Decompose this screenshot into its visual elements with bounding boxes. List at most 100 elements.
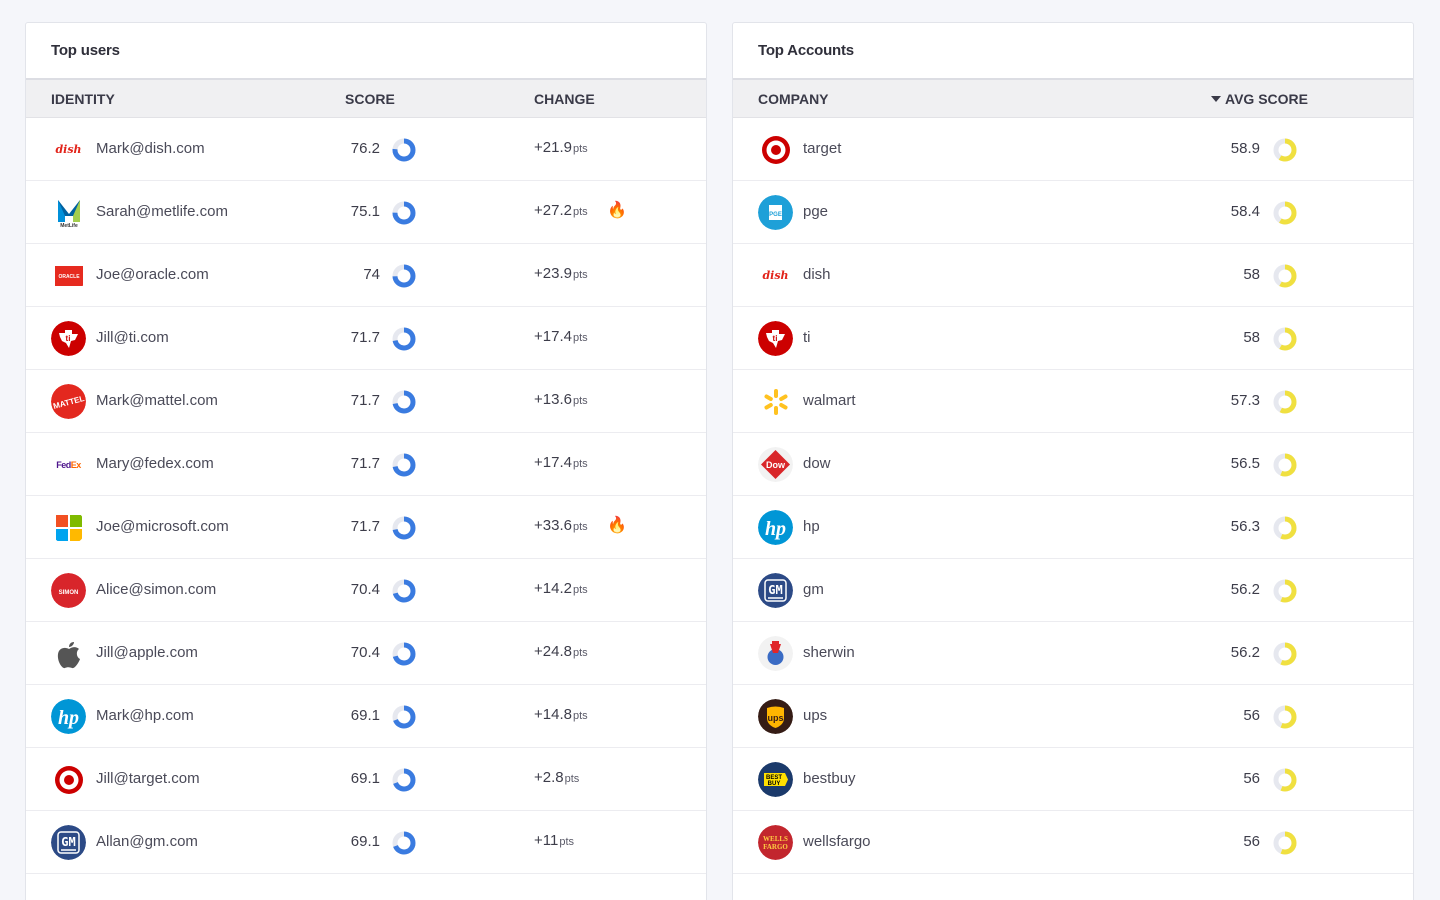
user-row[interactable]: MetLife Sarah@metlife.com 75.1 +27.2pts … xyxy=(26,181,706,244)
company-name[interactable]: wellsfargo xyxy=(803,833,871,850)
company-name[interactable]: dow xyxy=(803,455,831,472)
company-name[interactable]: hp xyxy=(803,518,820,535)
svg-text:Dow: Dow xyxy=(766,460,786,470)
target-logo-icon xyxy=(51,762,86,797)
wellsfargo-logo-icon: WELLS FARGO xyxy=(758,825,793,860)
score-ring-icon xyxy=(392,264,416,288)
user-row[interactable]: Jill@target.com 69.1 +2.8pts xyxy=(26,748,706,811)
account-row[interactable]: ti ti 58 xyxy=(733,307,1413,370)
account-row[interactable]: ups ups 56 xyxy=(733,685,1413,748)
simon-logo-icon: SIMON xyxy=(51,573,86,608)
account-avg-score: 56.2 xyxy=(1230,644,1260,661)
user-row[interactable]: Joe@microsoft.com 71.7 +33.6pts 🔥 xyxy=(26,496,706,559)
pts-unit: pts xyxy=(572,332,588,344)
score-ring-icon xyxy=(1273,831,1297,855)
user-row[interactable]: GM Allan@gm.com 69.1 +11pts xyxy=(26,811,706,874)
user-email[interactable]: Jill@ti.com xyxy=(96,329,169,346)
pts-unit: pts xyxy=(572,143,588,155)
account-row[interactable]: hp hp 56.3 xyxy=(733,496,1413,559)
pts-unit: pts xyxy=(572,584,588,596)
account-avg-score: 57.3 xyxy=(1230,392,1260,409)
oracle-logo-icon: ORACLE xyxy=(51,258,86,293)
user-email[interactable]: Jill@target.com xyxy=(96,770,200,787)
account-row[interactable]: Dow dow 56.5 xyxy=(733,433,1413,496)
user-email[interactable]: Sarah@metlife.com xyxy=(96,203,228,220)
company-name[interactable]: sherwin xyxy=(803,644,855,661)
user-change: +13.6pts xyxy=(534,391,588,408)
user-email[interactable]: Mark@dish.com xyxy=(96,140,205,157)
user-change: +11pts xyxy=(534,832,574,849)
top-accounts-title: Top Accounts xyxy=(733,23,1413,80)
change-value: +27.2 xyxy=(534,202,572,219)
user-row[interactable]: MATTEL Mark@mattel.com 71.7 +13.6pts xyxy=(26,370,706,433)
change-column-header[interactable]: CHANGE xyxy=(534,91,595,107)
user-score: 69.1 xyxy=(350,833,380,850)
user-row[interactable]: dish Mark@dish.com 76.2 +21.9pts xyxy=(26,118,706,181)
pts-unit: pts xyxy=(572,710,588,722)
change-value: +14.8 xyxy=(534,706,572,723)
microsoft-logo-icon xyxy=(51,510,86,545)
users-table-body: dish Mark@dish.com 76.2 +21.9pts MetLife… xyxy=(26,118,706,874)
user-change: +33.6pts xyxy=(534,517,588,534)
user-row[interactable]: SIMON Alice@simon.com 70.4 +14.2pts xyxy=(26,559,706,622)
fire-icon: 🔥 xyxy=(607,517,627,534)
company-name[interactable]: bestbuy xyxy=(803,770,856,787)
user-row[interactable]: FedEx Mary@fedex.com 71.7 +17.4pts xyxy=(26,433,706,496)
user-email[interactable]: Jill@apple.com xyxy=(96,644,198,661)
user-row[interactable]: ORACLE Joe@oracle.com 74 +23.9pts xyxy=(26,244,706,307)
account-row[interactable]: BEST BUY bestbuy 56 xyxy=(733,748,1413,811)
score-ring-icon xyxy=(392,516,416,540)
account-avg-score: 58 xyxy=(1243,266,1260,283)
user-change: +27.2pts xyxy=(534,202,588,219)
account-row[interactable]: WELLS FARGO wellsfargo 56 xyxy=(733,811,1413,874)
user-row[interactable]: ti Jill@ti.com 71.7 +17.4pts xyxy=(26,307,706,370)
dish-logo-icon: dish xyxy=(55,143,82,156)
company-name[interactable]: gm xyxy=(803,581,824,598)
top-users-panel: Top users IDENTITY SCORE CHANGE dish Mar… xyxy=(25,22,707,900)
user-email[interactable]: Mark@hp.com xyxy=(96,707,194,724)
user-email[interactable]: Mark@mattel.com xyxy=(96,392,218,409)
user-email[interactable]: Alice@simon.com xyxy=(96,581,216,598)
account-row[interactable]: PGE pge 58.4 xyxy=(733,181,1413,244)
account-row[interactable]: GM gm 56.2 xyxy=(733,559,1413,622)
account-row[interactable]: sherwin 56.2 xyxy=(733,622,1413,685)
user-score: 75.1 xyxy=(350,203,380,220)
score-ring-icon xyxy=(392,138,416,162)
score-column-header[interactable]: SCORE xyxy=(345,91,395,107)
avg-score-column-header[interactable]: AVG SCORE xyxy=(1211,91,1308,107)
accounts-table-header: COMPANY AVG SCORE xyxy=(733,80,1413,118)
user-score: 74 xyxy=(363,266,380,283)
user-score: 70.4 xyxy=(350,581,380,598)
identity-column-header[interactable]: IDENTITY xyxy=(51,91,115,107)
company-name[interactable]: pge xyxy=(803,203,828,220)
account-row[interactable]: dish dish 58 xyxy=(733,244,1413,307)
sort-desc-icon xyxy=(1211,96,1221,102)
score-ring-icon xyxy=(392,579,416,603)
user-email[interactable]: Joe@microsoft.com xyxy=(96,518,229,535)
accounts-table-body: target 58.9 PGE pge 58.4 dish dish 58 ti… xyxy=(733,118,1413,874)
user-email[interactable]: Mary@fedex.com xyxy=(96,455,214,472)
pts-unit: pts xyxy=(572,521,588,533)
company-name[interactable]: walmart xyxy=(803,392,856,409)
user-email[interactable]: Allan@gm.com xyxy=(96,833,198,850)
company-column-header[interactable]: COMPANY xyxy=(758,91,829,107)
company-name[interactable]: ups xyxy=(803,707,827,724)
svg-text:GM: GM xyxy=(61,835,75,849)
user-row[interactable]: Jill@apple.com 70.4 +24.8pts xyxy=(26,622,706,685)
score-ring-icon xyxy=(392,201,416,225)
company-name[interactable]: dish xyxy=(803,266,831,283)
apple-logo-icon xyxy=(51,636,86,671)
svg-text:GM: GM xyxy=(768,583,782,597)
account-row[interactable]: walmart 57.3 xyxy=(733,370,1413,433)
walmart-logo-icon xyxy=(758,384,793,419)
company-name[interactable]: target xyxy=(803,140,841,157)
user-email[interactable]: Joe@oracle.com xyxy=(96,266,209,283)
users-table-header: IDENTITY SCORE CHANGE xyxy=(26,80,706,118)
account-row[interactable]: target 58.9 xyxy=(733,118,1413,181)
score-ring-icon xyxy=(1273,453,1297,477)
company-name[interactable]: ti xyxy=(803,329,811,346)
pts-unit: pts xyxy=(572,458,588,470)
user-row[interactable]: hp Mark@hp.com 69.1 +14.8pts xyxy=(26,685,706,748)
score-ring-icon xyxy=(392,453,416,477)
change-value: +23.9 xyxy=(534,265,572,282)
